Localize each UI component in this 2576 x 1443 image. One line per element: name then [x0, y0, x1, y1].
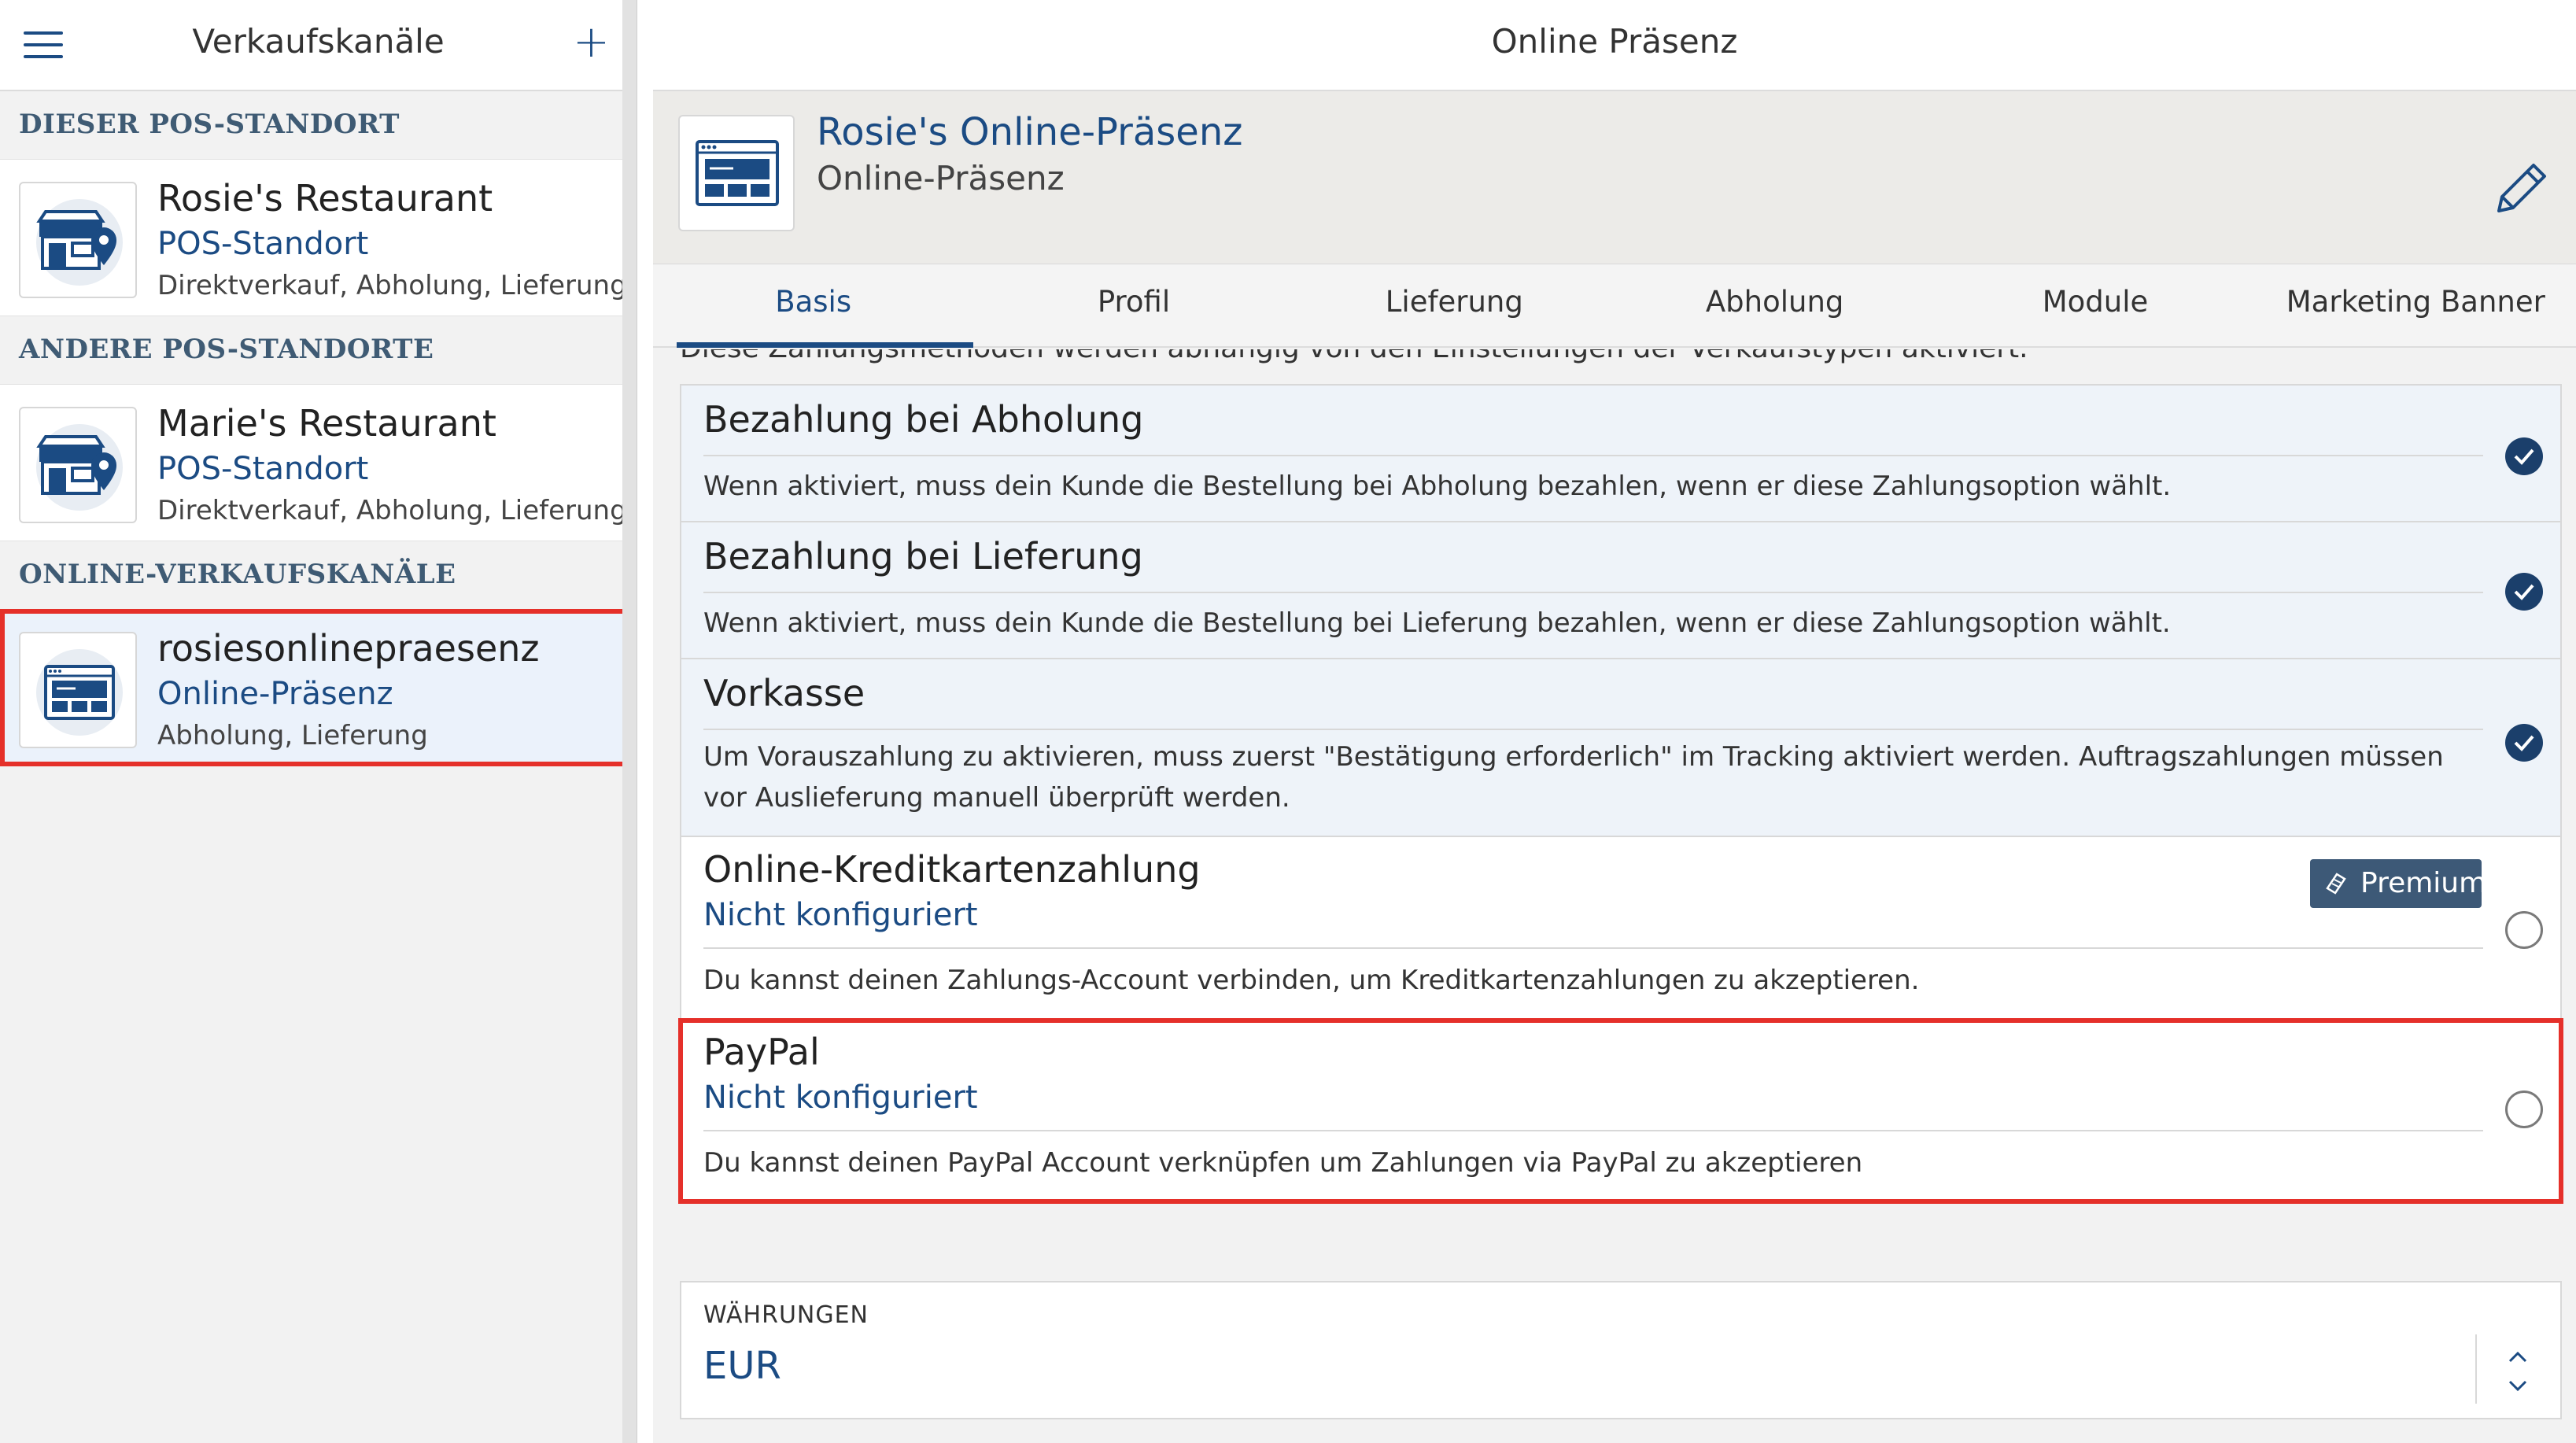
channel-modes: Abholung, Lieferung [157, 720, 428, 751]
payment-title: Vorkasse [703, 672, 865, 714]
payment-option-pickup[interactable]: Bezahlung bei Abholung Wenn aktiviert, m… [681, 386, 2560, 522]
payment-option-prepayment[interactable]: Vorkasse Um Vorauszahlung zu aktivieren,… [681, 659, 2560, 837]
payment-option-delivery[interactable]: Bezahlung bei Lieferung Wenn aktiviert, … [681, 522, 2560, 659]
pane-divider-scrollbar[interactable] [622, 0, 637, 1443]
tab-profil[interactable]: Profil [973, 264, 1294, 346]
payment-description: Um Vorauszahlung zu aktivieren, muss zue… [703, 741, 2444, 814]
divider [2475, 1334, 2477, 1404]
channel-name: rosiesonlinepraesenz [157, 627, 540, 670]
tab-module[interactable]: Module [1935, 264, 2255, 346]
payment-title: PayPal [703, 1031, 820, 1073]
tab-abholung[interactable]: Abholung [1615, 264, 1935, 346]
basis-content[interactable]: Diese Zahlungsmethoden werden abhängig v… [653, 349, 2576, 1443]
payment-description: Du kannst deinen PayPal Account verknüpf… [703, 1147, 1863, 1179]
currency-label: WÄHRUNGEN [703, 1301, 869, 1329]
premium-badge[interactable]: Premium [2310, 859, 2486, 908]
tab-basis[interactable]: Basis [653, 264, 974, 348]
channel-profile-header: Rosie's Online-Präsenz Online-Präsenz [653, 91, 2576, 264]
checked-icon[interactable] [2505, 437, 2543, 475]
payment-option-paypal[interactable]: PayPal Nicht konfiguriert Du kannst dein… [681, 1020, 2560, 1202]
profile-subtitle: Online-Präsenz [817, 159, 1065, 197]
chevron-up-down-icon[interactable] [2502, 1344, 2534, 1399]
checked-icon[interactable] [2505, 724, 2543, 762]
website-icon [678, 115, 795, 231]
payment-status: Nicht konfiguriert [703, 1079, 978, 1116]
sales-channels-pane: Verkaufskanäle + DIESER POS-STANDORT Ros… [0, 0, 637, 1443]
section-heading: DIESER POS-STANDORT [0, 91, 637, 159]
premium-label: Premium [2360, 867, 2487, 899]
tab-bar: Basis Profil Lieferung Abholung Module M… [653, 264, 2576, 348]
payment-methods-list: Bezahlung bei Abholung Wenn aktiviert, m… [680, 384, 2562, 1204]
store-location-icon [19, 182, 137, 298]
store-location-icon [19, 407, 137, 523]
payment-title: Bezahlung bei Lieferung [703, 535, 1143, 578]
tab-marketing-banner[interactable]: Marketing Banner [2256, 264, 2576, 346]
channel-modes: Direktverkauf, Abholung, Lieferung [157, 495, 627, 526]
payment-description: Wenn aktiviert, muss dein Kunde die Best… [703, 607, 2171, 639]
payment-title: Bezahlung bei Abholung [703, 398, 1144, 441]
unchecked-radio-icon[interactable] [2505, 911, 2543, 949]
payment-description: Wenn aktiviert, muss dein Kunde die Best… [703, 471, 2172, 502]
currency-selector[interactable]: WÄHRUNGEN EUR [680, 1281, 2562, 1419]
channel-type: POS-Standort [157, 226, 369, 262]
channel-type: POS-Standort [157, 451, 369, 487]
payment-description: Du kannst deinen Zahlungs-Account verbin… [703, 965, 1920, 996]
currency-value: EUR [703, 1344, 781, 1388]
section-heading: ANDERE POS-STANDORTE [0, 316, 637, 384]
website-icon [19, 632, 137, 748]
add-channel-icon[interactable]: + [573, 20, 610, 65]
channel-item-maries-restaurant[interactable]: Marie's Restaurant POS-Standort Direktve… [0, 384, 637, 541]
channel-name: Marie's Restaurant [157, 402, 496, 445]
unchecked-radio-icon[interactable] [2505, 1091, 2543, 1128]
sales-channels-title: Verkaufskanäle [192, 22, 445, 61]
profile-name: Rosie's Online-Präsenz [817, 110, 1243, 154]
tab-lieferung[interactable]: Lieferung [1294, 264, 1615, 346]
payment-methods-hint: Diese Zahlungsmethoden werden abhängig v… [680, 349, 2028, 364]
payment-status: Nicht konfiguriert [703, 897, 978, 933]
section-heading: ONLINE-VERKAUFSKANÄLE [0, 541, 637, 609]
sales-channels-header: Verkaufskanäle + [0, 0, 637, 91]
page-title: Online Präsenz [653, 0, 2576, 91]
payment-option-credit-card[interactable]: Online-Kreditkartenzahlung Nicht konfigu… [681, 837, 2560, 1020]
channel-item-rosies-restaurant[interactable]: Rosie's Restaurant POS-Standort Direktve… [0, 159, 637, 316]
channel-name: Rosie's Restaurant [157, 177, 493, 220]
channel-item-rosiesonlinepraesenz[interactable]: rosiesonlinepraesenz Online-Präsenz Abho… [0, 609, 637, 766]
checked-icon[interactable] [2505, 573, 2543, 611]
pencil-icon[interactable] [2485, 154, 2556, 225]
payment-title: Online-Kreditkartenzahlung [703, 848, 1201, 891]
channel-modes: Direktverkauf, Abholung, Lieferung [157, 270, 627, 301]
detail-pane: Online Präsenz Rosie's Online-Präsenz On… [653, 0, 2576, 1443]
channel-type: Online-Präsenz [157, 676, 393, 712]
